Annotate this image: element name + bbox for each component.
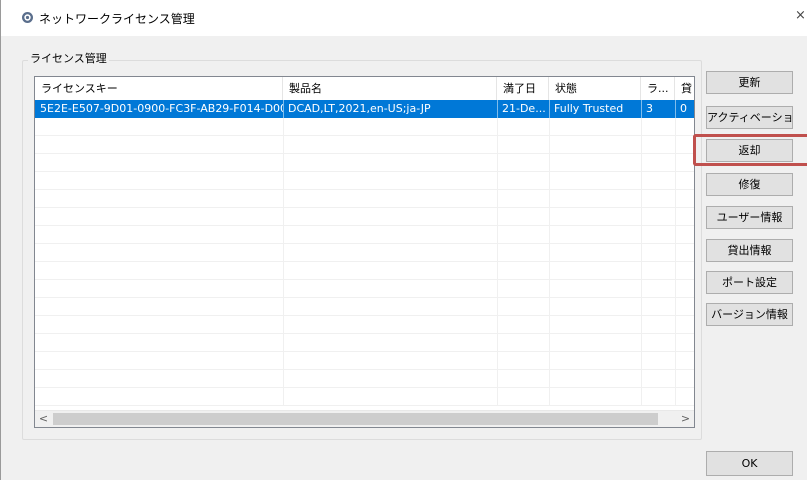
table-row[interactable]	[35, 262, 694, 280]
table-row[interactable]	[35, 316, 694, 334]
gear-icon	[22, 12, 33, 23]
cell-count: 3	[646, 102, 653, 115]
title-bar: ネットワークライセンス管理 ×	[1, 0, 807, 36]
refresh-button[interactable]: 更新	[706, 71, 793, 94]
repair-button[interactable]: 修復	[706, 173, 793, 196]
cell-lent: 0	[680, 102, 687, 115]
horizontal-scrollbar[interactable]: < >	[35, 410, 694, 427]
list-header: ライセンスキー 製品名 満了日 状態 ラ... 貸	[35, 77, 694, 100]
table-row[interactable]	[35, 334, 694, 352]
cell-license-key: 5E2E-E507-9D01-0900-FC3F-AB29-F014-D000	[40, 102, 283, 115]
license-list[interactable]: ライセンスキー 製品名 満了日 状態 ラ... 貸 5E2E-E507-9D01…	[34, 76, 695, 428]
license-group-label: ライセンス管理	[28, 50, 109, 66]
table-row[interactable]	[35, 118, 694, 136]
column-header-license-key[interactable]: ライセンスキー	[35, 77, 283, 100]
ok-button[interactable]: OK	[706, 451, 793, 476]
table-row[interactable]	[35, 226, 694, 244]
lending-info-button[interactable]: 貸出情報	[706, 239, 793, 262]
table-row[interactable]	[35, 154, 694, 172]
column-header-count[interactable]: ラ...	[641, 77, 675, 100]
table-row[interactable]	[35, 352, 694, 370]
column-header-status[interactable]: 状態	[549, 77, 641, 100]
scroll-right-arrow-icon[interactable]: >	[677, 411, 694, 427]
table-row[interactable]	[35, 244, 694, 262]
table-row[interactable]	[35, 298, 694, 316]
window-title: ネットワークライセンス管理	[39, 12, 195, 26]
scrollbar-thumb[interactable]	[53, 413, 658, 425]
table-row[interactable]	[35, 136, 694, 154]
cell-expiry: 21-De...	[502, 102, 546, 115]
table-row[interactable]	[35, 280, 694, 298]
table-row[interactable]	[35, 388, 694, 406]
cell-product: DCAD,LT,2021,en-US;ja-JP	[288, 102, 431, 115]
table-row[interactable]	[35, 190, 694, 208]
port-settings-button[interactable]: ポート設定	[706, 271, 793, 294]
column-header-expiry[interactable]: 満了日	[497, 77, 549, 100]
return-button-highlight	[693, 134, 807, 166]
scroll-left-arrow-icon[interactable]: <	[35, 411, 52, 427]
table-row-selected[interactable]: 5E2E-E507-9D01-0900-FC3F-AB29-F014-D000 …	[35, 100, 694, 118]
table-row[interactable]	[35, 370, 694, 388]
close-button[interactable]: ×	[795, 8, 807, 26]
column-header-lent[interactable]: 貸	[675, 77, 694, 100]
activation-button[interactable]: アクティベーション	[706, 106, 793, 129]
license-manager-window: ネットワークライセンス管理 × ライセンス管理 ライセンスキー 製品名 満了日 …	[0, 0, 807, 480]
table-row[interactable]	[35, 208, 694, 226]
cell-status: Fully Trusted	[554, 102, 624, 115]
table-row[interactable]	[35, 172, 694, 190]
column-header-product[interactable]: 製品名	[283, 77, 497, 100]
version-info-button[interactable]: バージョン情報	[706, 303, 793, 326]
user-info-button[interactable]: ユーザー情報	[706, 206, 793, 229]
